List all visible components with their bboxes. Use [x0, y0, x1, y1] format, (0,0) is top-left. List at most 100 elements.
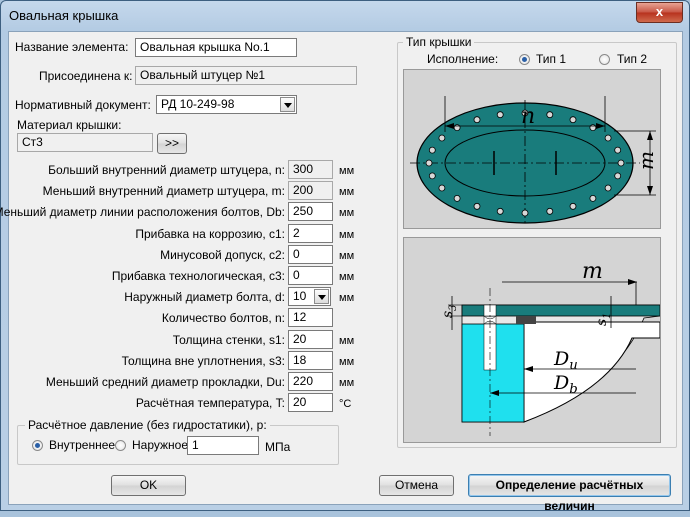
param-input[interactable]: 0 — [288, 245, 333, 264]
cover-section-drawing: m s3 s1 Du Db — [403, 237, 661, 443]
param-unit: мм — [339, 207, 355, 219]
param-label: Толщина вне уплотнения, s3: — [121, 354, 285, 368]
pressure-external-radio[interactable] — [115, 440, 126, 451]
bolt-hole — [428, 146, 436, 154]
param-value: 0 — [293, 247, 300, 261]
type1-label[interactable]: Тип 1 — [536, 52, 566, 66]
param-value: 18 — [293, 353, 307, 367]
param-label: Наружный диаметр болта, d: — [124, 290, 285, 304]
param-value: 250 — [293, 204, 314, 218]
bolt-hole — [473, 202, 481, 210]
param-value: 200 — [293, 183, 314, 197]
normdoc-label: Нормативный документ: — [15, 98, 151, 112]
param-unit: мм — [339, 335, 355, 347]
pressure-unit: МПа — [265, 440, 291, 454]
param-input[interactable]: 250 — [288, 202, 333, 221]
param-label: Больший внутренний диаметр штуцера, n: — [48, 163, 285, 177]
type1-radio[interactable] — [519, 54, 530, 65]
dialog-client-area: Название элемента: Овальная крышка No.1 … — [0, 31, 683, 513]
param-unit: мм — [339, 229, 355, 241]
param-value: 220 — [293, 374, 314, 388]
window-title: Овальная крышка — [9, 8, 119, 23]
bolt-hole — [473, 116, 481, 124]
bolt-hole — [546, 207, 554, 215]
param-label: Количество болтов, n: — [161, 311, 285, 325]
param-label: Меньший внутренний диаметр штуцера, m: — [42, 184, 285, 198]
param-input[interactable]: 0 — [288, 266, 333, 285]
bolt-hole — [604, 184, 612, 192]
cover-top-view-svg: n m — [410, 96, 658, 226]
normdoc-select[interactable]: РД 10-249-98 — [156, 95, 297, 114]
param-label: Меньший диаметр линии расположения болто… — [0, 205, 285, 219]
param-input[interactable]: 12 — [288, 308, 333, 327]
bolt-hole — [438, 134, 446, 142]
bolt-hole — [604, 134, 612, 142]
close-icon: x — [655, 4, 664, 19]
pressure-group-title: Расчётное давление (без гидростатики), p… — [25, 418, 270, 432]
param-input[interactable]: 20 — [288, 330, 333, 349]
param-unit: мм — [339, 292, 355, 304]
dim-m-label: m — [582, 259, 603, 284]
param-label: Прибавка на коррозию, c1: — [135, 227, 285, 241]
material-field: Ст3 — [17, 133, 153, 152]
param-input[interactable]: 18 — [288, 351, 333, 370]
determine-values-button[interactable]: Определение расчётных величин — [468, 474, 671, 513]
gasket — [516, 316, 536, 324]
param-value: 20 — [293, 395, 307, 409]
bolt-hole — [589, 194, 597, 202]
param-unit: °С — [339, 398, 352, 410]
element-name-input[interactable]: Овальная крышка No.1 — [135, 38, 297, 57]
element-name-label: Название элемента: — [15, 40, 129, 54]
param-unit: мм — [339, 356, 355, 368]
material-label: Материал крышки: — [17, 118, 122, 132]
param-input[interactable]: 2 — [288, 224, 333, 243]
bolt-hole — [425, 159, 433, 167]
param-value: 2 — [293, 226, 300, 240]
ok-button[interactable]: OK — [111, 475, 186, 496]
execution-label: Исполнение: — [427, 52, 499, 66]
pressure-input[interactable]: 1 — [187, 436, 259, 455]
param-label: Толщина стенки, s1: — [172, 333, 285, 347]
param-value: 10 — [293, 289, 307, 303]
type2-radio[interactable] — [599, 54, 610, 65]
dim-m-label: m — [634, 151, 658, 170]
attached-to-label: Присоединена к: — [39, 69, 133, 83]
param-input: 200 — [288, 181, 333, 200]
pressure-external-label[interactable]: Наружное — [132, 438, 188, 452]
bolt-hole — [614, 146, 622, 154]
bolt-hole — [453, 194, 461, 202]
shell-void — [523, 321, 660, 423]
pressure-internal-label[interactable]: Внутреннее — [49, 438, 115, 452]
param-unit: мм — [339, 377, 355, 389]
param-unit: мм — [339, 250, 355, 262]
param-input[interactable]: 20 — [288, 393, 333, 412]
param-value: 300 — [293, 162, 314, 176]
bolt-hole — [428, 172, 436, 180]
param-value: 12 — [293, 310, 307, 324]
bolt-hole — [569, 202, 577, 210]
type2-label[interactable]: Тип 2 — [617, 52, 647, 66]
cancel-button[interactable]: Отмена — [379, 475, 454, 496]
bolt-hole — [617, 159, 625, 167]
param-select[interactable]: 10 — [288, 287, 331, 306]
param-unit: мм — [339, 165, 355, 177]
param-input[interactable]: 220 — [288, 372, 333, 391]
pressure-internal-radio[interactable] — [32, 440, 43, 451]
param-label: Минусовой допуск, c2: — [160, 248, 285, 262]
bolt-hole — [453, 124, 461, 131]
param-value: 20 — [293, 332, 307, 346]
param-unit: мм — [339, 271, 355, 283]
material-select-button[interactable]: >> — [157, 133, 187, 154]
bolt-hole — [569, 116, 577, 124]
close-button[interactable]: x — [636, 2, 683, 23]
param-label: Расчётная температура, T: — [135, 396, 285, 410]
bolt-hole — [496, 111, 504, 119]
cover-top-view-drawing: n m — [403, 69, 661, 229]
bolt-hole — [614, 172, 622, 180]
chevron-down-icon[interactable] — [314, 289, 329, 304]
attached-to-field: Овальный штуцер №1 — [135, 66, 357, 85]
title-bar[interactable]: Овальная крышка x — [1, 1, 689, 31]
chevron-down-icon[interactable] — [280, 97, 295, 112]
param-input: 300 — [288, 160, 333, 179]
param-label: Прибавка технологическая, c3: — [111, 269, 285, 283]
